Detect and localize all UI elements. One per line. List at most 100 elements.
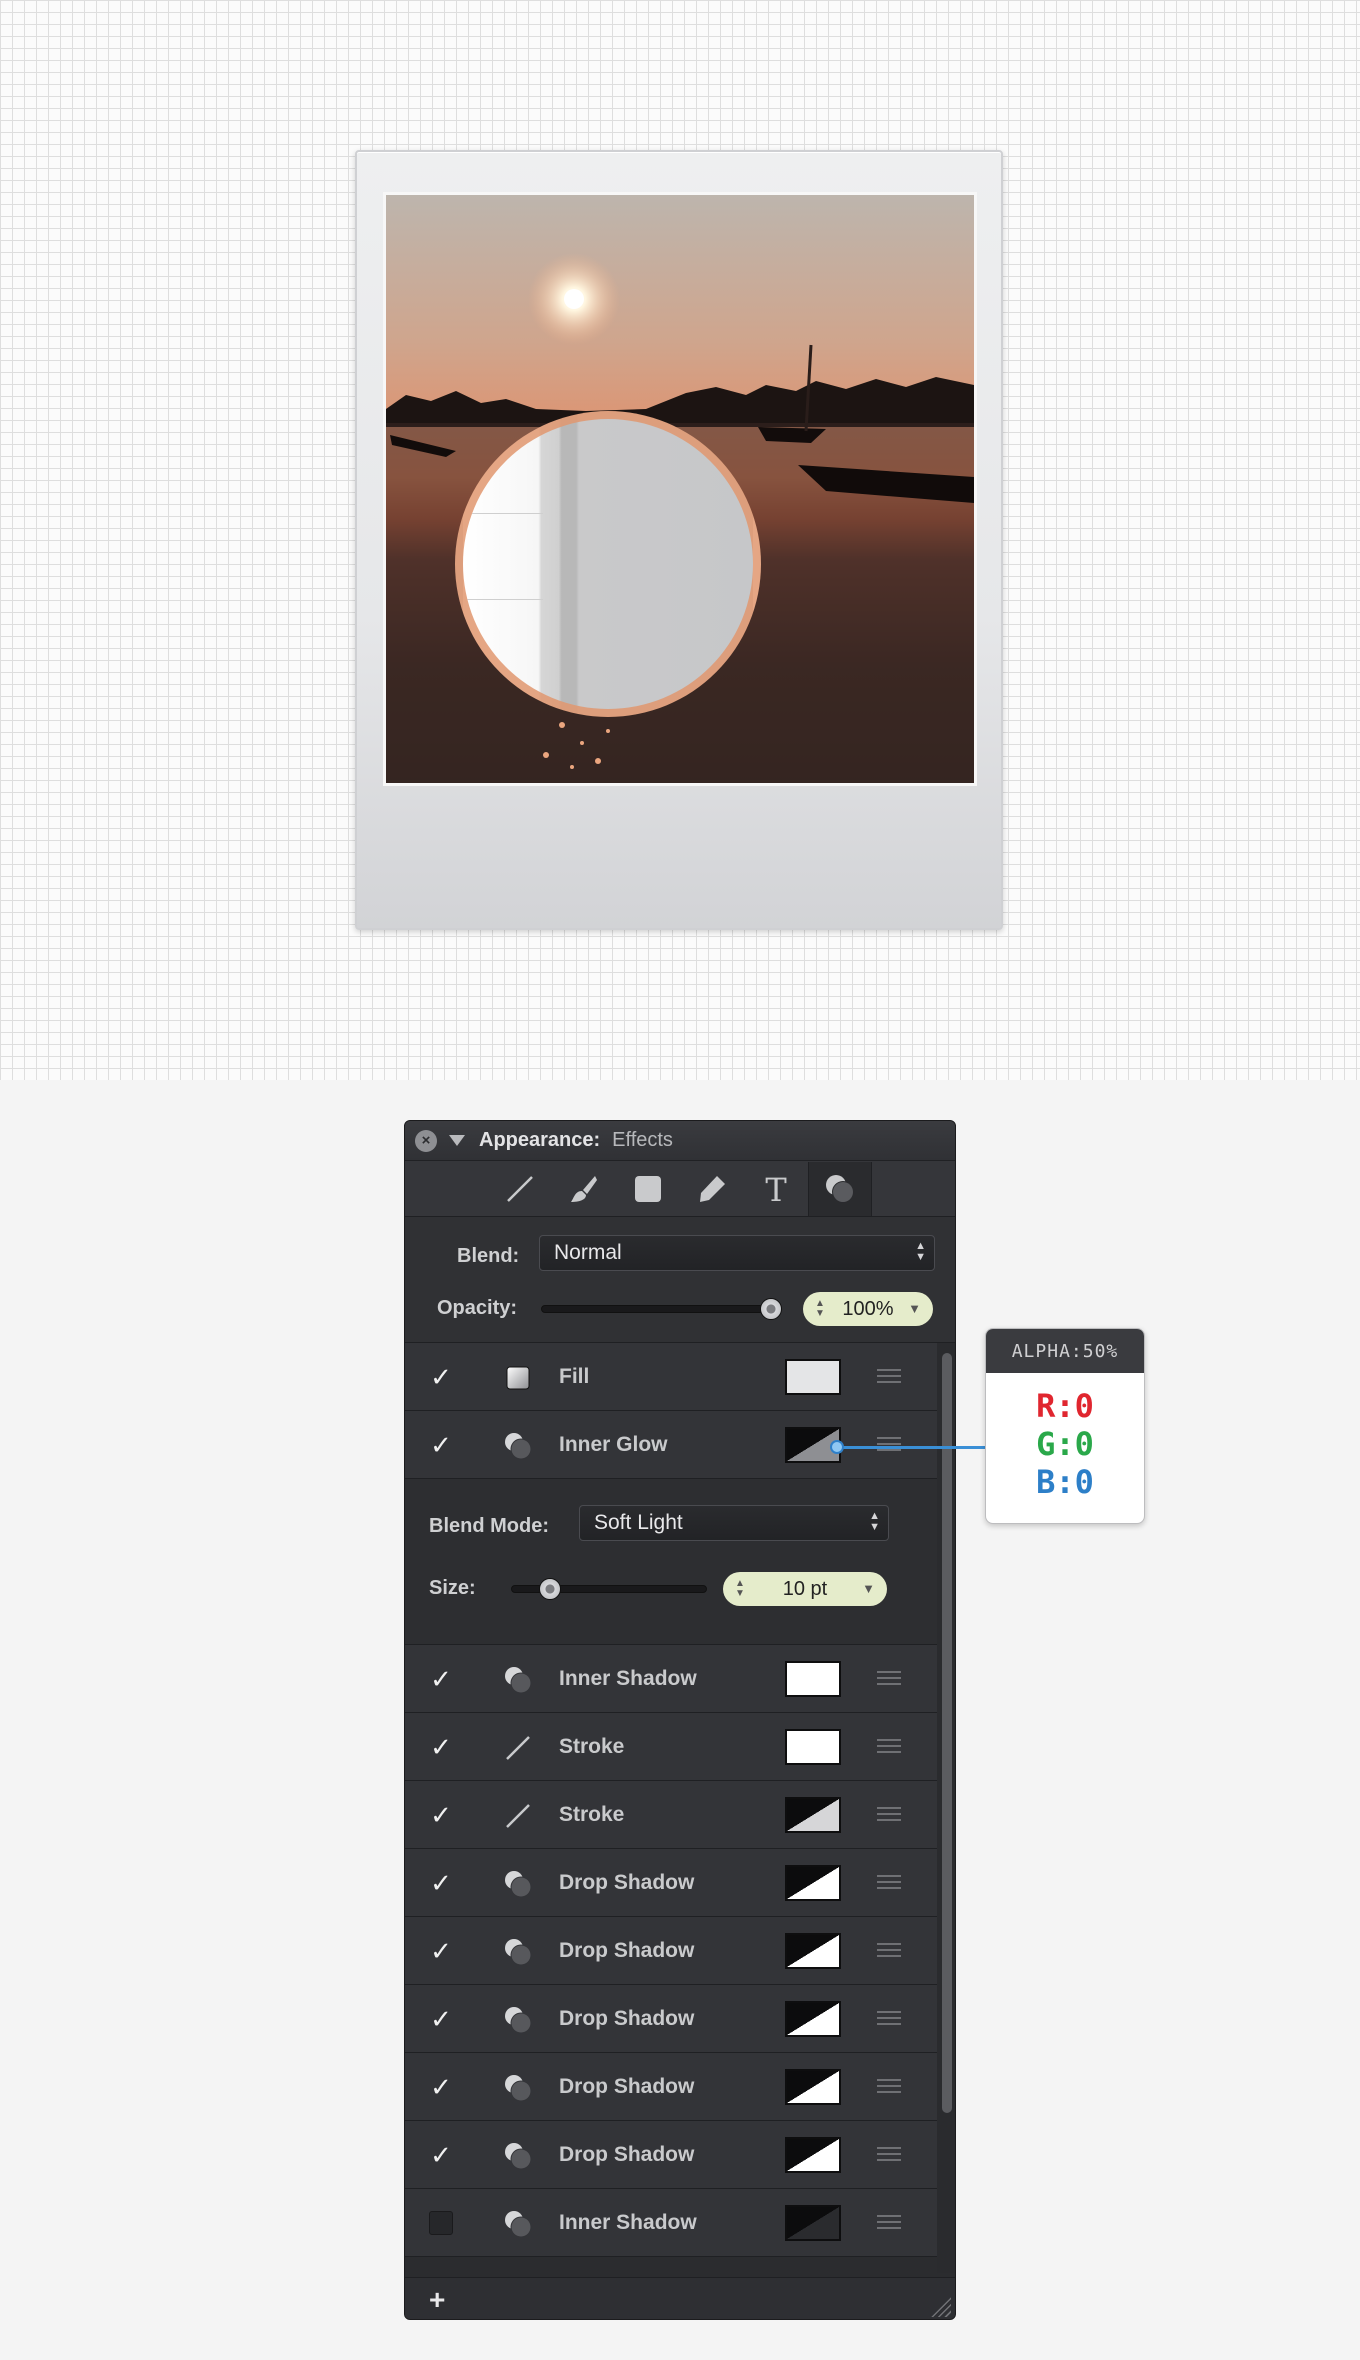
effect-row[interactable]: ✓ Stroke <box>405 1781 937 1849</box>
effect-row[interactable]: Inner Shadow <box>405 2189 937 2257</box>
tab-effects[interactable] <box>808 1161 872 1216</box>
effect-row[interactable]: ✓ Stroke <box>405 1713 937 1781</box>
color-swatch[interactable] <box>785 1729 841 1765</box>
drag-handle-icon[interactable] <box>877 1369 901 1383</box>
callout-connector <box>838 1446 988 1449</box>
blend-select[interactable]: Normal ▲ ▼ <box>539 1235 935 1271</box>
effect-checkbox[interactable]: ✓ <box>429 2006 453 2032</box>
blend-value: Normal <box>554 1241 622 1264</box>
tab-pencil[interactable] <box>680 1162 744 1216</box>
lens-gridline <box>463 599 543 600</box>
drag-handle-icon[interactable] <box>877 2011 901 2025</box>
line-icon <box>501 1799 535 1833</box>
effect-label: Drop Shadow <box>559 2143 695 2166</box>
blend-mode-value: Soft Light <box>594 1511 683 1534</box>
effect-label: Drop Shadow <box>559 2075 695 2098</box>
effect-label: Inner Glow <box>559 1433 668 1456</box>
text-icon: T <box>765 1172 787 1206</box>
effect-checkbox[interactable]: ✓ <box>429 2142 453 2168</box>
drag-handle-icon[interactable] <box>877 1671 901 1685</box>
drag-handle-icon[interactable] <box>877 2147 901 2161</box>
effect-checkbox[interactable]: ✓ <box>429 1734 453 1760</box>
effect-icon <box>501 2139 535 2173</box>
effect-checkbox[interactable]: ✓ <box>429 1666 453 1692</box>
callout-anchor-dot <box>830 1440 844 1454</box>
effects-scrollbar[interactable] <box>937 1343 955 2273</box>
color-swatch[interactable] <box>785 1359 841 1395</box>
lens-gridline <box>463 513 543 514</box>
effect-row[interactable]: ✓ Fill <box>405 1343 937 1411</box>
effect-checkbox[interactable]: ✓ <box>429 1870 453 1896</box>
opacity-slider-knob[interactable] <box>760 1298 782 1320</box>
size-value: 10 pt <box>782 1578 828 1600</box>
close-icon[interactable]: × <box>415 1129 437 1152</box>
color-swatch[interactable] <box>785 1797 841 1833</box>
opacity-stepper[interactable]: ▲ ▼ 100% ▼ <box>803 1292 933 1326</box>
callout-red: R:0 <box>1036 1387 1094 1425</box>
color-swatch[interactable] <box>785 1933 841 1969</box>
scrollbar-thumb[interactable] <box>942 1353 952 2113</box>
color-swatch[interactable] <box>785 2069 841 2105</box>
effects-list: ✓ Fill ✓ Inner Glow Blend Mode: Soft Light ▲ ▼ S… <box>405 1343 937 2257</box>
lens-circle[interactable] <box>455 411 761 717</box>
add-effect-button[interactable]: + <box>429 2284 445 2316</box>
fill-icon <box>635 1175 661 1202</box>
resize-grip-icon[interactable] <box>929 2295 951 2317</box>
polaroid-frame[interactable] <box>355 150 1003 930</box>
tab-stroke[interactable] <box>488 1162 552 1216</box>
effect-icon <box>501 1663 535 1697</box>
effect-row[interactable]: ✓ Inner Shadow <box>405 1645 937 1713</box>
artboard-canvas <box>0 0 1360 1080</box>
effect-icon <box>501 2003 535 2037</box>
effects-icon <box>826 1174 854 1203</box>
effect-row[interactable]: ✓ Drop Shadow <box>405 1917 937 1985</box>
blend-mode-select[interactable]: Soft Light ▲ ▼ <box>579 1505 889 1541</box>
effect-checkbox[interactable]: ✓ <box>429 1802 453 1828</box>
tab-fill[interactable] <box>616 1162 680 1216</box>
fill-icon <box>501 1361 535 1395</box>
stepper-arrows-icon: ▲ ▼ <box>735 1578 745 1599</box>
effect-icon <box>501 2071 535 2105</box>
select-arrows-icon: ▲ ▼ <box>915 1240 926 1263</box>
effect-checkbox[interactable]: ✓ <box>429 1364 453 1390</box>
effect-row[interactable]: ✓ Drop Shadow <box>405 2121 937 2189</box>
sunset-photo <box>383 192 977 786</box>
tab-text[interactable]: T <box>744 1162 808 1216</box>
drag-handle-icon[interactable] <box>877 2215 901 2229</box>
appearance-tabs: T <box>405 1161 955 1217</box>
inner-glow-settings: Blend Mode: Soft Light ▲ ▼ Size: ▲ ▼ 10 pt ▼ <box>405 1479 937 1645</box>
effect-checkbox[interactable]: ✓ <box>429 1432 453 1458</box>
panel-titlebar: × Appearance: Effects <box>405 1121 955 1161</box>
effect-icon <box>501 1935 535 1969</box>
effect-checkbox[interactable] <box>429 2211 453 2235</box>
drag-handle-icon[interactable] <box>877 1875 901 1889</box>
effect-label: Drop Shadow <box>559 1871 695 1894</box>
line-icon <box>501 1731 535 1765</box>
color-swatch[interactable] <box>785 1865 841 1901</box>
disclosure-triangle-icon[interactable] <box>449 1135 465 1146</box>
drag-handle-icon[interactable] <box>877 2079 901 2093</box>
size-slider-knob[interactable] <box>539 1578 562 1600</box>
size-stepper[interactable]: ▲ ▼ 10 pt ▼ <box>723 1572 887 1606</box>
color-swatch[interactable] <box>785 2001 841 2037</box>
effect-row[interactable]: ✓ Inner Glow <box>405 1411 937 1479</box>
drag-handle-icon[interactable] <box>877 1943 901 1957</box>
effect-row[interactable]: ✓ Drop Shadow <box>405 2053 937 2121</box>
drag-handle-icon[interactable] <box>877 1739 901 1753</box>
effect-row[interactable]: ✓ Drop Shadow <box>405 1849 937 1917</box>
line-icon <box>507 1175 533 1202</box>
color-swatch[interactable] <box>785 1661 841 1697</box>
effect-row[interactable]: ✓ Drop Shadow <box>405 1985 937 2053</box>
effect-checkbox[interactable]: ✓ <box>429 1938 453 1964</box>
color-swatch[interactable] <box>785 2205 841 2241</box>
opacity-slider[interactable] <box>541 1305 781 1313</box>
effect-label: Stroke <box>559 1735 625 1758</box>
effect-icon <box>501 1867 535 1901</box>
effect-checkbox[interactable]: ✓ <box>429 2074 453 2100</box>
chevron-down-icon: ▼ <box>908 1301 921 1316</box>
drag-handle-icon[interactable] <box>877 1807 901 1821</box>
color-swatch[interactable] <box>785 2137 841 2173</box>
tab-brush[interactable] <box>552 1162 616 1216</box>
select-arrows-icon: ▲ ▼ <box>869 1510 880 1533</box>
panel-bottombar: + <box>405 2277 955 2319</box>
